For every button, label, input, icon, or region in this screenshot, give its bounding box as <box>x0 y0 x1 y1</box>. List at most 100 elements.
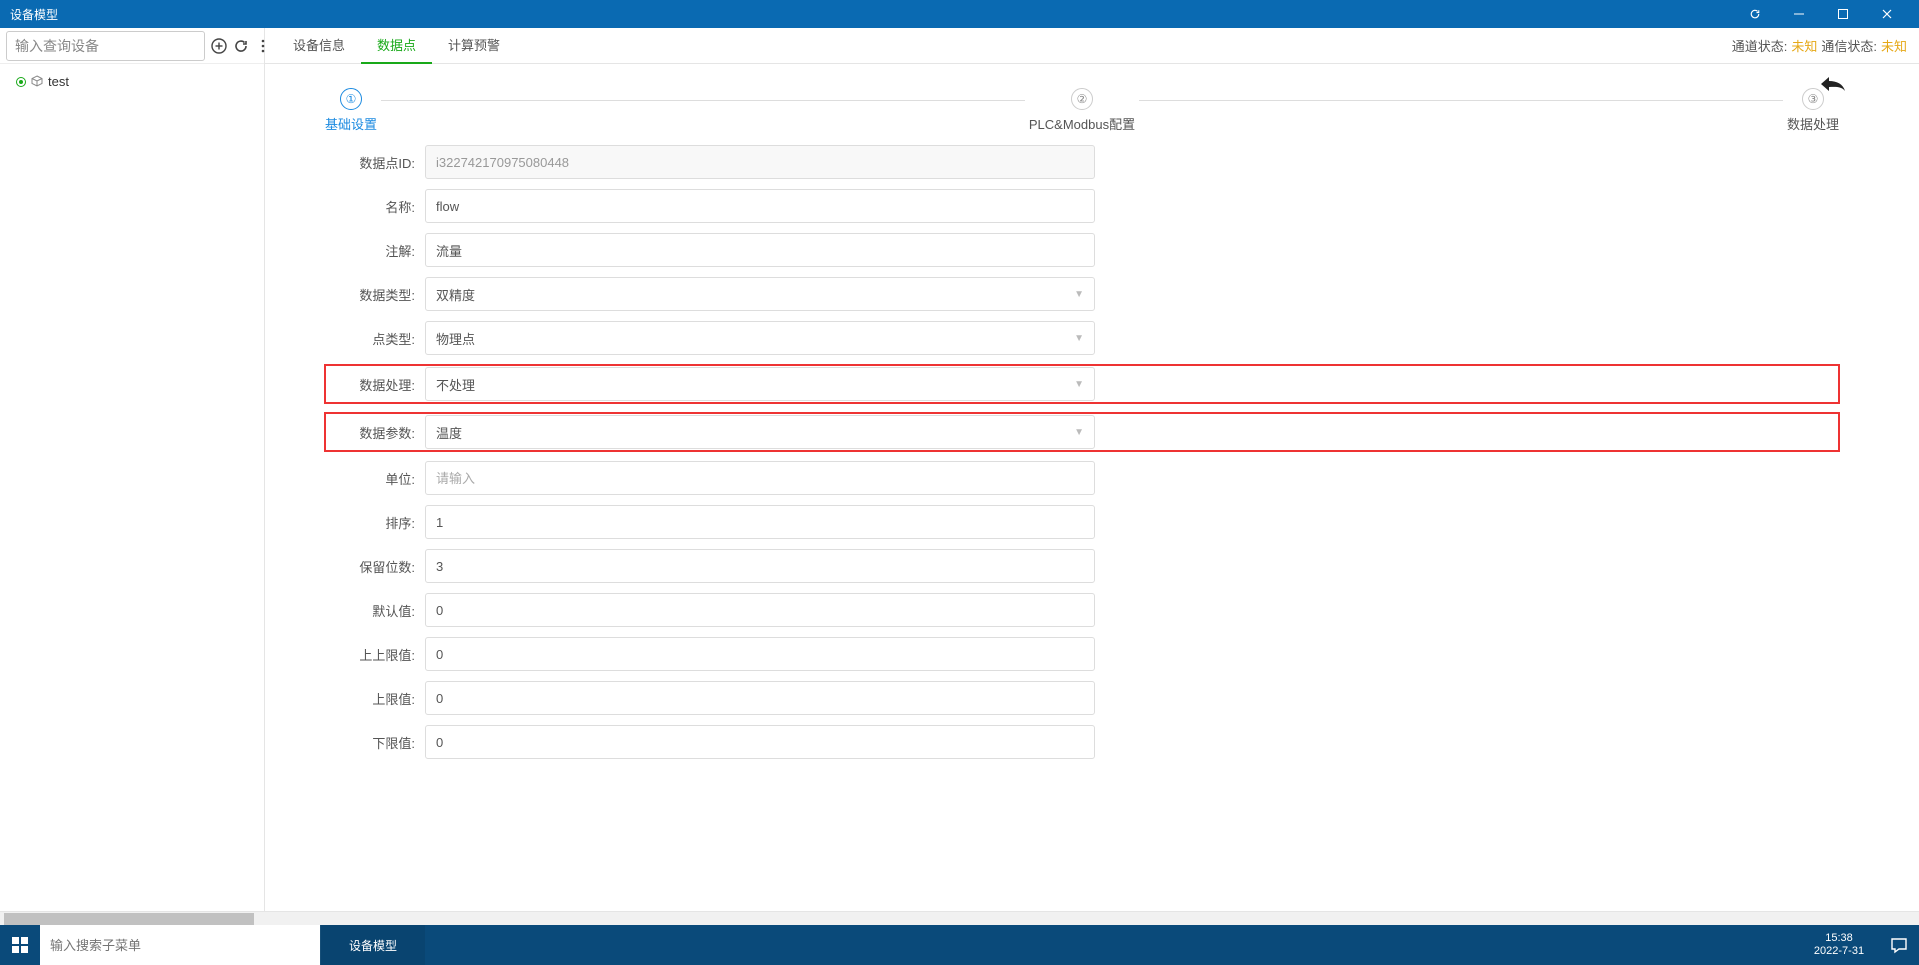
chevron-down-icon: ▼ <box>1074 379 1084 390</box>
select-param[interactable]: 温度 ▼ <box>425 415 1095 449</box>
clock-date: 2022-7-31 <box>1814 945 1864 958</box>
step-3-label: 数据处理 <box>1787 114 1839 133</box>
sidebar-toolbar <box>205 36 273 56</box>
sidebar: test <box>0 28 265 925</box>
label-hh: 上上限值: <box>325 645 425 664</box>
select-ptype[interactable]: 物理点 ▼ <box>425 321 1095 355</box>
row-id: 数据点ID: <box>325 145 1839 179</box>
status-dot-icon <box>16 77 26 87</box>
label-id: 数据点ID: <box>325 153 425 172</box>
step-plc[interactable]: ② PLC&Modbus配置 <box>1029 88 1135 133</box>
input-sort[interactable] <box>425 505 1095 539</box>
row-param: 数据参数: 温度 ▼ <box>325 413 1839 451</box>
taskbar-search-input[interactable] <box>50 938 310 953</box>
label-sort: 排序: <box>325 513 425 532</box>
step-line-1 <box>381 100 1025 101</box>
row-dtype: 数据类型: 双精度 ▼ <box>325 277 1839 311</box>
row-hh: 上上限值: <box>325 637 1839 671</box>
label-hi: 上限值: <box>325 689 425 708</box>
step-1-num: ① <box>340 88 362 110</box>
start-button[interactable] <box>0 925 40 965</box>
row-note: 注解: <box>325 233 1839 267</box>
clock-time: 15:38 <box>1825 932 1853 945</box>
select-dtype[interactable]: 双精度 ▼ <box>425 277 1095 311</box>
label-name: 名称: <box>325 197 425 216</box>
notifications-icon[interactable] <box>1879 925 1919 965</box>
step-line-2 <box>1139 100 1783 101</box>
minimize-button[interactable] <box>1777 0 1821 28</box>
refresh-icon[interactable] <box>1733 0 1777 28</box>
tree-item-test[interactable]: test <box>12 72 252 91</box>
select-dtype-value: 双精度 <box>436 285 475 304</box>
chevron-down-icon: ▼ <box>1074 289 1084 300</box>
comm-status-label: 通信状态: <box>1821 36 1877 55</box>
input-keep[interactable] <box>425 549 1095 583</box>
h-scrollbar[interactable] <box>0 911 1919 925</box>
step-2-num: ② <box>1071 88 1093 110</box>
status-bar: 通道状态: 未知 通信状态: 未知 <box>1732 36 1907 55</box>
chevron-down-icon: ▼ <box>1074 427 1084 438</box>
label-ptype: 点类型: <box>325 329 425 348</box>
row-sort: 排序: <box>325 505 1839 539</box>
taskbar: 设备模型 15:38 2022-7-31 <box>0 925 1919 965</box>
input-note[interactable] <box>425 233 1095 267</box>
row-unit: 单位: <box>325 461 1839 495</box>
label-keep: 保留位数: <box>325 557 425 576</box>
tabs-row: 设备信息 数据点 计算预警 通道状态: 未知 通信状态: 未知 <box>265 28 1919 64</box>
window-title: 设备模型 <box>10 6 1733 23</box>
add-icon[interactable] <box>209 36 229 56</box>
input-unit[interactable] <box>425 461 1095 495</box>
step-2-label: PLC&Modbus配置 <box>1029 114 1135 133</box>
tab-data-point[interactable]: 数据点 <box>361 28 432 64</box>
select-proc[interactable]: 不处理 ▼ <box>425 367 1095 401</box>
tab-calc-alert[interactable]: 计算预警 <box>432 28 516 64</box>
h-scrollbar-thumb[interactable] <box>4 913 254 925</box>
label-note: 注解: <box>325 241 425 260</box>
tab-device-info[interactable]: 设备信息 <box>277 28 361 64</box>
tree-item-label: test <box>48 74 69 89</box>
row-ptype: 点类型: 物理点 ▼ <box>325 321 1839 355</box>
titlebar: 设备模型 <box>0 0 1919 28</box>
maximize-button[interactable] <box>1821 0 1865 28</box>
row-keep: 保留位数: <box>325 549 1839 583</box>
input-default[interactable] <box>425 593 1095 627</box>
step-basic[interactable]: ① 基础设置 <box>325 88 377 133</box>
form-basic: 数据点ID: 名称: 注解: 数据类型: 双精度 ▼ <box>325 145 1839 759</box>
label-unit: 单位: <box>325 469 425 488</box>
input-hi[interactable] <box>425 681 1095 715</box>
back-icon[interactable] <box>1819 74 1847 97</box>
main-area: test 设备信息 数据点 计算预警 通道状态: 未知 通信状态: 未知 <box>0 28 1919 925</box>
taskbar-clock[interactable]: 15:38 2022-7-31 <box>1799 925 1879 965</box>
label-proc: 数据处理: <box>325 375 425 394</box>
content-body[interactable]: ① 基础设置 ② PLC&Modbus配置 ③ 数据处理 数据点ID: <box>265 64 1919 925</box>
device-tree: test <box>0 64 264 99</box>
window-buttons <box>1733 0 1909 28</box>
input-id <box>425 145 1095 179</box>
device-search-input[interactable] <box>6 31 205 61</box>
taskbar-search[interactable] <box>40 925 320 965</box>
content: 设备信息 数据点 计算预警 通道状态: 未知 通信状态: 未知 ① 基础设置 <box>265 28 1919 925</box>
input-name[interactable] <box>425 189 1095 223</box>
label-param: 数据参数: <box>325 423 425 442</box>
steps: ① 基础设置 ② PLC&Modbus配置 ③ 数据处理 <box>325 88 1839 133</box>
label-default: 默认值: <box>325 601 425 620</box>
reload-icon[interactable] <box>231 36 251 56</box>
label-dtype: 数据类型: <box>325 285 425 304</box>
input-hh[interactable] <box>425 637 1095 671</box>
select-ptype-value: 物理点 <box>436 329 475 348</box>
chevron-down-icon: ▼ <box>1074 333 1084 344</box>
row-name: 名称: <box>325 189 1839 223</box>
sidebar-header <box>0 28 264 64</box>
row-hi: 上限值: <box>325 681 1839 715</box>
channel-status-value: 未知 <box>1791 36 1817 55</box>
tabs: 设备信息 数据点 计算预警 <box>277 28 516 64</box>
input-lo[interactable] <box>425 725 1095 759</box>
device-icon <box>30 75 44 89</box>
channel-status-label: 通道状态: <box>1732 36 1788 55</box>
row-lo: 下限值: <box>325 725 1839 759</box>
taskbar-spacer <box>425 925 1799 965</box>
task-item-label: 设备模型 <box>349 937 397 954</box>
close-button[interactable] <box>1865 0 1909 28</box>
task-item-devicemodel[interactable]: 设备模型 <box>320 925 425 965</box>
step-1-label: 基础设置 <box>325 114 377 133</box>
